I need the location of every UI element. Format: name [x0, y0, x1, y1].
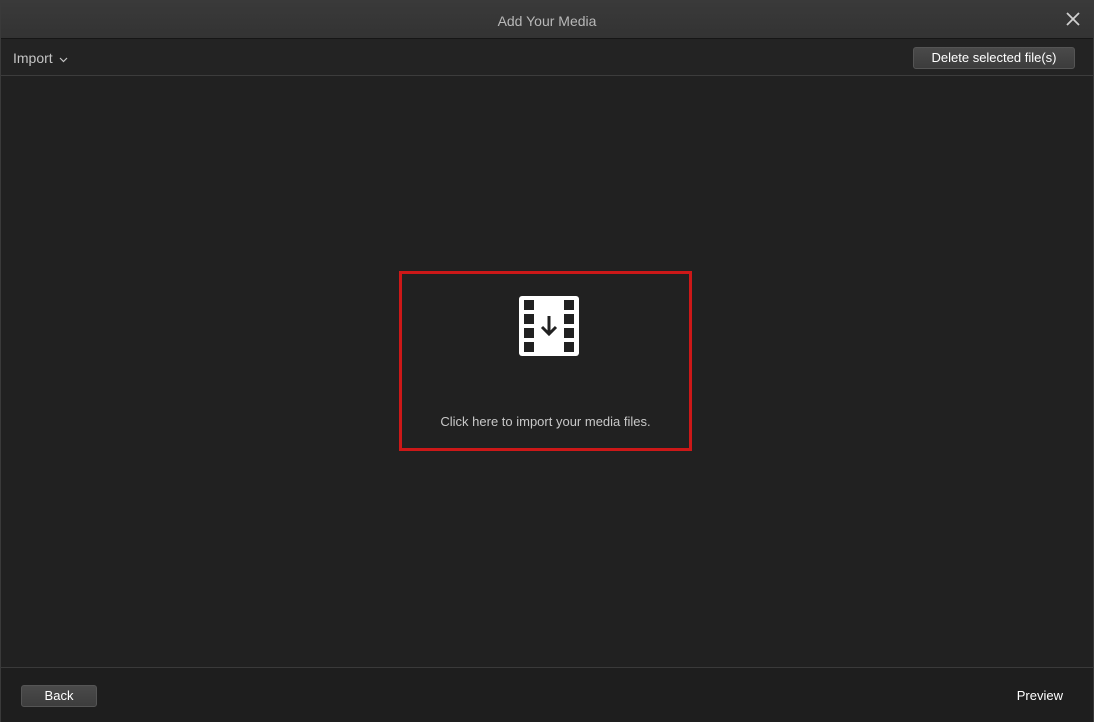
film-import-icon [519, 296, 579, 356]
delete-selected-files-button[interactable]: Delete selected file(s) [913, 47, 1075, 69]
import-menu-label: Import [13, 50, 53, 66]
title-bar: Add Your Media [1, 0, 1093, 39]
close-icon [1066, 12, 1080, 26]
window-title: Add Your Media [497, 13, 597, 29]
import-dropzone[interactable]: Click here to import your media files. [399, 271, 692, 451]
chevron-down-icon [59, 50, 68, 66]
preview-button[interactable]: Preview [1017, 687, 1063, 705]
media-area: Click here to import your media files. [1, 76, 1093, 667]
footer-bar: Back Preview [1, 667, 1093, 722]
back-button[interactable]: Back [21, 685, 97, 707]
close-button[interactable] [1063, 9, 1083, 29]
import-menu[interactable]: Import [13, 49, 68, 67]
toolbar: Import Delete selected file(s) [1, 39, 1093, 76]
dropzone-instruction: Click here to import your media files. [440, 414, 651, 429]
add-media-dialog: Add Your Media Import Delete selected fi… [0, 0, 1094, 722]
